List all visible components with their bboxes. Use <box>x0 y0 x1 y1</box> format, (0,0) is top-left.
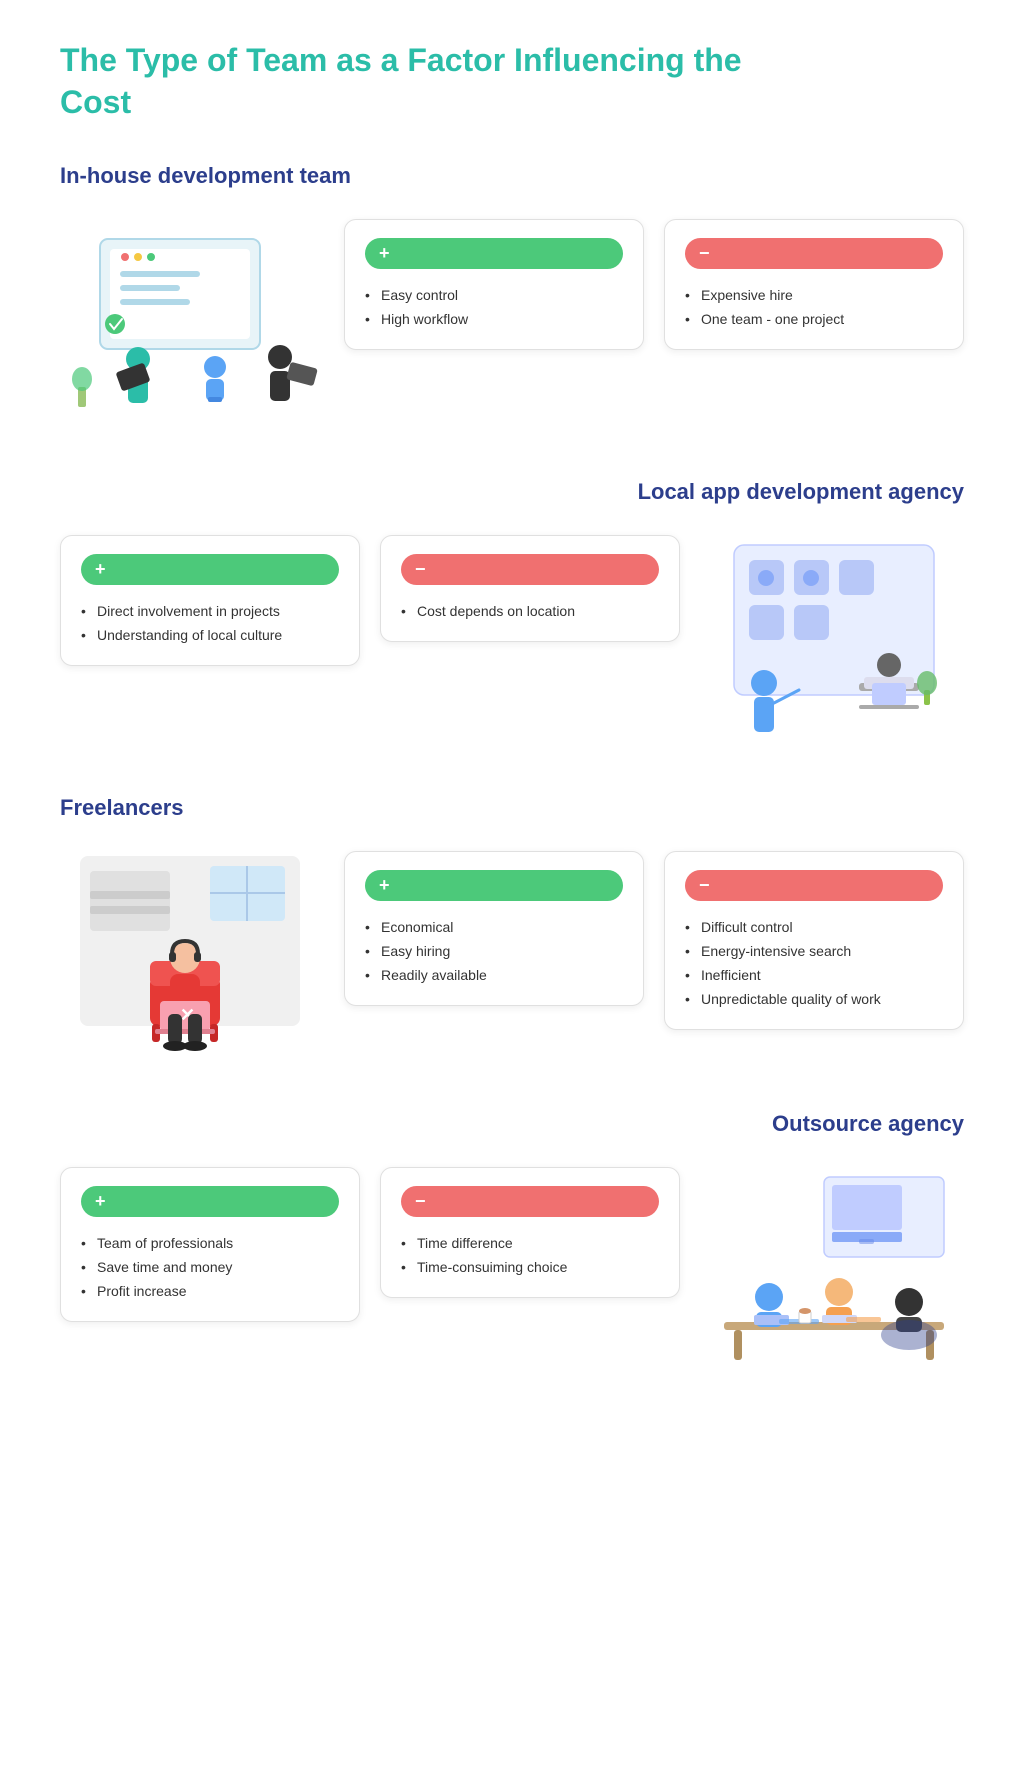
illustration-freelancers: ✕ <box>60 851 320 1051</box>
pro-item: Economical <box>365 915 623 939</box>
card-header-outsource-pro: + <box>81 1186 339 1217</box>
pro-item: High workflow <box>365 307 623 331</box>
pro-item: Easy control <box>365 283 623 307</box>
card-header-local-pro: + <box>81 554 339 585</box>
cards-row-freelancers: + Economical Easy hiring Readily availab… <box>344 851 964 1030</box>
card-local-pro: + Direct involvement in projects Underst… <box>60 535 360 666</box>
con-item: One team - one project <box>685 307 943 331</box>
pro-item: Team of professionals <box>81 1231 339 1255</box>
card-header-freelancers-pro: + <box>365 870 623 901</box>
card-header-inhouse-pro: + <box>365 238 623 269</box>
page-title: The Type of Team as a Factor Influencing… <box>60 40 964 123</box>
illustration-outsource <box>704 1167 964 1367</box>
con-item: Expensive hire <box>685 283 943 307</box>
card-outsource-pro: + Team of professionals Save time and mo… <box>60 1167 360 1322</box>
section-title-outsource: Outsource agency <box>60 1111 964 1137</box>
con-item: Cost depends on location <box>401 599 659 623</box>
illustration-local <box>704 535 964 735</box>
pro-item: Understanding of local culture <box>81 623 339 647</box>
pro-item: Save time and money <box>81 1255 339 1279</box>
illustration-inhouse <box>60 219 320 419</box>
con-item: Time difference <box>401 1231 659 1255</box>
card-local-con: − Cost depends on location <box>380 535 680 642</box>
con-item: Inefficient <box>685 963 943 987</box>
con-item: Difficult control <box>685 915 943 939</box>
pro-item: Profit increase <box>81 1279 339 1303</box>
card-header-inhouse-con: − <box>685 238 943 269</box>
card-freelancers-pro: + Economical Easy hiring Readily availab… <box>344 851 644 1006</box>
card-header-outsource-con: − <box>401 1186 659 1217</box>
section-inhouse: In-house development team <box>60 163 964 419</box>
pro-item: Readily available <box>365 963 623 987</box>
section-local: Local app development agency + Direct in… <box>60 479 964 735</box>
card-header-local-con: − <box>401 554 659 585</box>
section-row-outsource: + Team of professionals Save time and mo… <box>60 1167 964 1367</box>
card-inhouse-pro: + Easy control High workflow <box>344 219 644 350</box>
con-item: Time-consuiming choice <box>401 1255 659 1279</box>
section-title-freelancers: Freelancers <box>60 795 964 821</box>
con-item: Energy-intensive search <box>685 939 943 963</box>
section-row-freelancers: ✕ + Economical Easy hiring Readily avail… <box>60 851 964 1051</box>
card-outsource-con: − Time difference Time-consuiming choice <box>380 1167 680 1298</box>
con-item: Unpredictable quality of work <box>685 987 943 1011</box>
card-header-freelancers-con: − <box>685 870 943 901</box>
section-title-inhouse: In-house development team <box>60 163 964 189</box>
section-outsource: Outsource agency + Team of professionals… <box>60 1111 964 1367</box>
pro-item: Easy hiring <box>365 939 623 963</box>
card-inhouse-con: − Expensive hire One team - one project <box>664 219 964 350</box>
card-freelancers-con: − Difficult control Energy-intensive sea… <box>664 851 964 1030</box>
section-freelancers: Freelancers <box>60 795 964 1051</box>
section-row-inhouse: + Easy control High workflow − Expensive… <box>60 219 964 419</box>
section-row-local: + Direct involvement in projects Underst… <box>60 535 964 735</box>
section-title-local: Local app development agency <box>60 479 964 505</box>
cards-row-inhouse: + Easy control High workflow − Expensive… <box>344 219 964 350</box>
pro-item: Direct involvement in projects <box>81 599 339 623</box>
cards-row-local: + Direct involvement in projects Underst… <box>60 535 680 666</box>
cards-row-outsource: + Team of professionals Save time and mo… <box>60 1167 680 1322</box>
